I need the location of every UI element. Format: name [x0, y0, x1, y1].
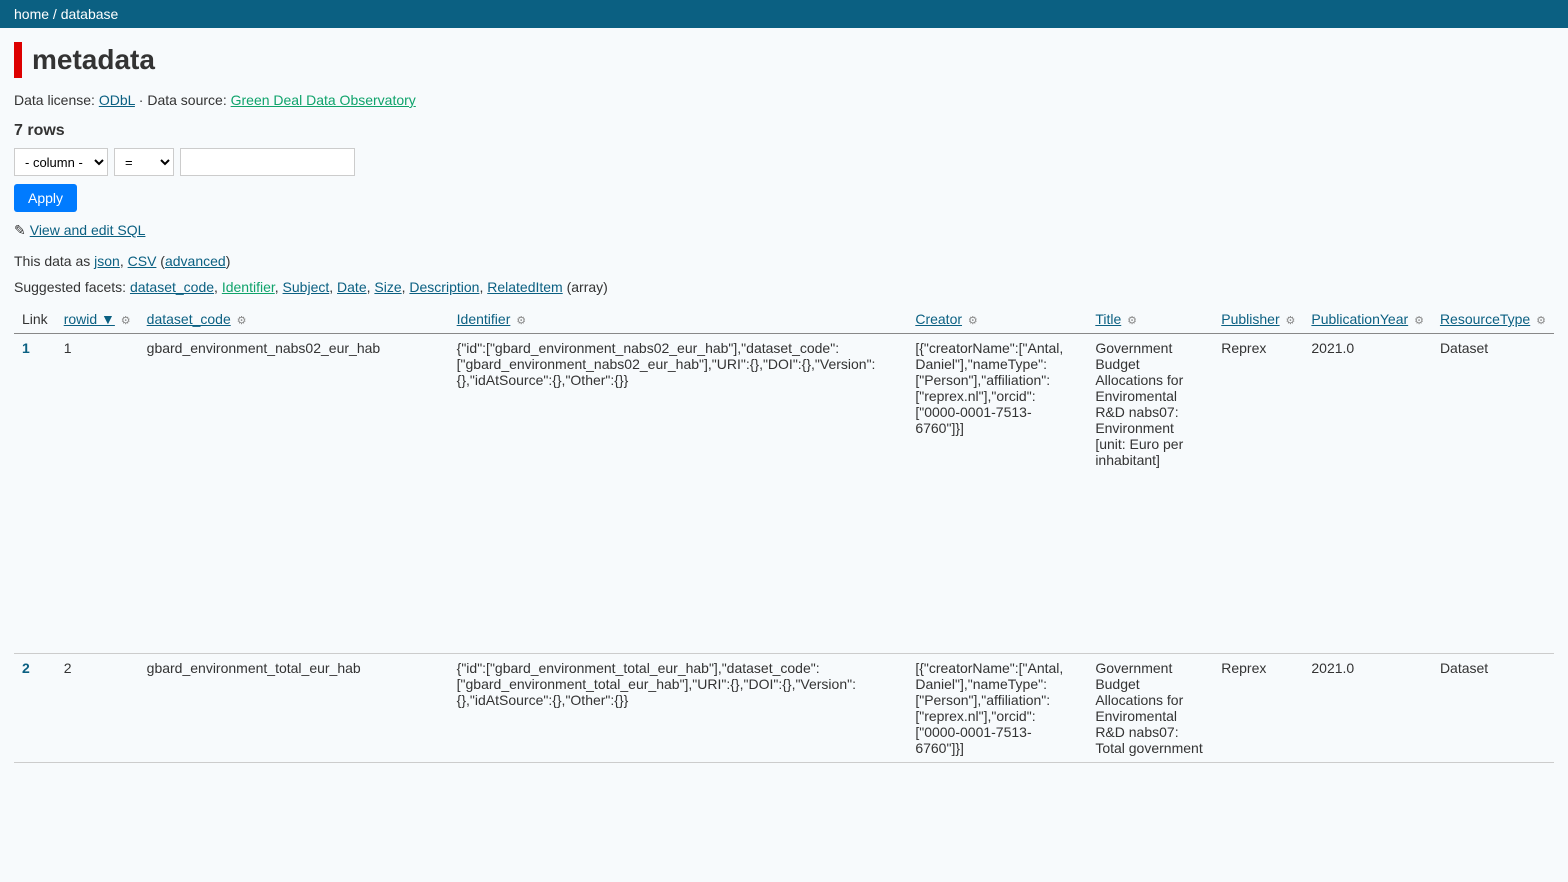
- cell-rowid: 1: [56, 334, 139, 654]
- export-line: This data as json, CSV (advanced): [14, 253, 1554, 269]
- facets-prefix: Suggested facets:: [14, 279, 130, 295]
- facet-description[interactable]: Description: [409, 279, 479, 295]
- col-title-link[interactable]: Title: [1095, 311, 1121, 327]
- cell-creator: [{"creatorName":["Antal, Daniel"],"nameT…: [907, 654, 1087, 763]
- col-restype-link[interactable]: ResourceType: [1440, 311, 1530, 327]
- col-creator[interactable]: Creator ⚙: [907, 305, 1087, 334]
- license-line: Data license: ODbL · Data source: Green …: [14, 92, 1554, 108]
- filter-value-input[interactable]: [180, 148, 355, 176]
- facet-identifier[interactable]: Identifier: [222, 279, 275, 295]
- cell-dataset-code: gbard_environment_total_eur_hab: [139, 654, 449, 763]
- cell-publication-year: 2021.0: [1303, 654, 1432, 763]
- cell-publisher: Reprex: [1213, 654, 1303, 763]
- gear-icon[interactable]: ⚙: [516, 315, 526, 327]
- export-json-link[interactable]: json: [94, 253, 120, 269]
- gear-icon[interactable]: ⚙: [1127, 315, 1137, 327]
- export-prefix: This data as: [14, 253, 94, 269]
- source-label: Data source:: [147, 92, 230, 108]
- facet-date[interactable]: Date: [337, 279, 367, 295]
- sql-link-row: ✎View and edit SQL: [14, 222, 1554, 239]
- facet-size[interactable]: Size: [374, 279, 401, 295]
- col-publisher-link[interactable]: Publisher: [1221, 311, 1279, 327]
- cell-identifier: {"id":["gbard_environment_nabs02_eur_hab…: [449, 334, 908, 654]
- cell-title: Government Budget Allocations for Enviro…: [1087, 654, 1213, 763]
- license-sep: ·: [135, 92, 147, 108]
- col-link: Link: [14, 305, 56, 334]
- col-rowid[interactable]: rowid ▼ ⚙: [56, 305, 139, 334]
- gear-icon[interactable]: ⚙: [1414, 315, 1424, 327]
- cell-publication-year: 2021.0: [1303, 334, 1432, 654]
- title-accent: [14, 42, 22, 78]
- page-title: metadata: [32, 44, 155, 76]
- col-rowid-link[interactable]: rowid ▼: [64, 311, 115, 327]
- data-table: Link rowid ▼ ⚙ dataset_code ⚙ Identifier…: [14, 305, 1554, 763]
- col-identifier-link[interactable]: Identifier: [457, 311, 511, 327]
- filter-row: - column - =: [14, 148, 1554, 176]
- facets-line: Suggested facets: dataset_code, Identifi…: [14, 279, 1554, 295]
- gear-icon[interactable]: ⚙: [1536, 315, 1546, 327]
- facet-dataset-code[interactable]: dataset_code: [130, 279, 214, 295]
- col-title[interactable]: Title ⚙: [1087, 305, 1213, 334]
- gear-icon[interactable]: ⚙: [1286, 315, 1296, 327]
- export-csv-link[interactable]: CSV: [128, 253, 157, 269]
- col-pubyear-link[interactable]: PublicationYear: [1311, 311, 1408, 327]
- cell-identifier: {"id":["gbard_environment_total_eur_hab"…: [449, 654, 908, 763]
- filter-operator-select[interactable]: =: [114, 148, 174, 176]
- facet-related-item[interactable]: RelatedItem: [487, 279, 562, 295]
- cell-creator: [{"creatorName":["Antal, Daniel"],"nameT…: [907, 334, 1087, 654]
- export-advanced-link[interactable]: advanced: [165, 253, 226, 269]
- row-link[interactable]: 1: [22, 340, 30, 356]
- cell-resource-type: Dataset: [1432, 654, 1554, 763]
- rows-count: 7 rows: [14, 122, 1554, 140]
- col-dataset-code[interactable]: dataset_code ⚙: [139, 305, 449, 334]
- facets-suffix: (array): [563, 279, 608, 295]
- breadcrumb-db[interactable]: database: [61, 6, 119, 22]
- license-label: Data license:: [14, 92, 99, 108]
- row-link[interactable]: 2: [22, 660, 30, 676]
- cell-publisher: Reprex: [1213, 334, 1303, 654]
- breadcrumb-sep: /: [49, 6, 61, 22]
- col-publisher[interactable]: Publisher ⚙: [1213, 305, 1303, 334]
- license-link[interactable]: ODbL: [99, 92, 135, 108]
- cell-rowid: 2: [56, 654, 139, 763]
- col-publication-year[interactable]: PublicationYear ⚙: [1303, 305, 1432, 334]
- gear-icon[interactable]: ⚙: [237, 315, 247, 327]
- col-dataset-code-link[interactable]: dataset_code: [147, 311, 231, 327]
- source-link[interactable]: Green Deal Data Observatory: [231, 92, 416, 108]
- breadcrumb-home[interactable]: home: [14, 6, 49, 22]
- export-open: (: [156, 253, 165, 269]
- col-creator-link[interactable]: Creator: [915, 311, 962, 327]
- table-row: 1 1 gbard_environment_nabs02_eur_hab {"i…: [14, 334, 1554, 654]
- filter-column-select[interactable]: - column -: [14, 148, 108, 176]
- gear-icon[interactable]: ⚙: [121, 315, 131, 327]
- facet-subject[interactable]: Subject: [283, 279, 330, 295]
- cell-resource-type: Dataset: [1432, 334, 1554, 654]
- table-row: 2 2 gbard_environment_total_eur_hab {"id…: [14, 654, 1554, 763]
- col-identifier[interactable]: Identifier ⚙: [449, 305, 908, 334]
- breadcrumb: home / database: [0, 0, 1568, 28]
- cell-dataset-code: gbard_environment_nabs02_eur_hab: [139, 334, 449, 654]
- pencil-icon: ✎: [14, 222, 26, 238]
- export-close: ): [226, 253, 231, 269]
- cell-title: Government Budget Allocations for Enviro…: [1087, 334, 1213, 654]
- col-resource-type[interactable]: ResourceType ⚙: [1432, 305, 1554, 334]
- view-edit-sql-link[interactable]: View and edit SQL: [30, 222, 146, 238]
- gear-icon[interactable]: ⚙: [968, 315, 978, 327]
- apply-button[interactable]: Apply: [14, 184, 77, 212]
